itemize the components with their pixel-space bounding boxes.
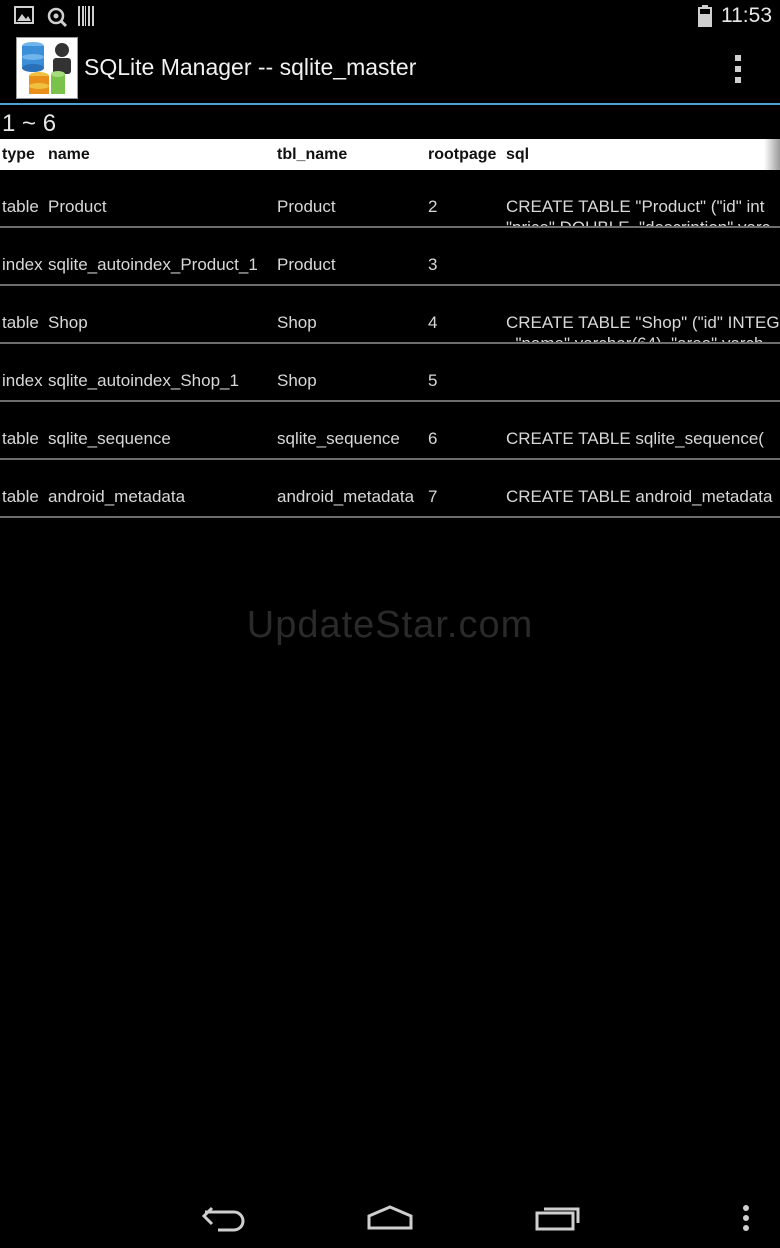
cell-sql: CREATE TABLE "Product" ("id" int "price"…	[506, 196, 771, 228]
table-body: table Product Product 2 CREATE TABLE "Pr…	[0, 170, 780, 518]
table-row[interactable]: index sqlite_autoindex_Product_1 Product…	[0, 228, 780, 286]
header-type[interactable]: type	[2, 146, 35, 164]
table-row[interactable]: table android_metadata android_metadata …	[0, 460, 780, 518]
sqlite-manager-app-icon[interactable]	[16, 37, 78, 99]
cell-sql: CREATE TABLE sqlite_sequence(	[506, 428, 764, 449]
table-header: type name tbl_name rootpage sql	[0, 139, 780, 170]
menu-icon[interactable]	[740, 1204, 752, 1234]
cell-rootpage: 2	[428, 197, 438, 216]
cell-tbl-name: Shop	[277, 371, 317, 390]
table-row[interactable]: table Product Product 2 CREATE TABLE "Pr…	[0, 170, 780, 228]
header-scroll-edge	[764, 139, 780, 170]
cell-rootpage: 4	[428, 313, 438, 332]
cell-type: index	[2, 371, 43, 390]
cell-tbl-name: sqlite_sequence	[277, 429, 400, 448]
record-range-label: 1 ~ 6	[2, 110, 57, 137]
sync-icon	[47, 7, 68, 28]
watermark: UpdateStar.com	[246, 604, 534, 646]
table-row[interactable]: table Shop Shop 4 CREATE TABLE "Shop" ("…	[0, 286, 780, 344]
cell-sql-line: CREATE TABLE sqlite_sequence(	[506, 429, 764, 448]
action-bar-divider	[0, 103, 780, 105]
cell-type: table	[2, 429, 39, 448]
cell-name: sqlite_autoindex_Product_1	[48, 255, 258, 274]
cell-tbl-name: Product	[277, 197, 336, 216]
cell-rootpage: 3	[428, 255, 438, 274]
barcode-icon	[78, 6, 94, 26]
battery-icon	[698, 5, 712, 27]
cell-tbl-name: Product	[277, 255, 336, 274]
back-icon[interactable]	[200, 1202, 248, 1234]
status-bar: 11:53	[0, 0, 780, 33]
screen: 11:53 SQLite Manager -- sqlite_master 1 …	[0, 0, 780, 1248]
status-time: 11:53	[721, 4, 772, 27]
cell-sql-line: CREATE TABLE android_metadata	[506, 487, 773, 506]
navigation-bar	[0, 1190, 780, 1248]
cell-tbl-name: android_metadata	[277, 487, 415, 506]
cell-rootpage: 5	[428, 371, 438, 390]
cell-name: Shop	[48, 313, 88, 332]
cell-sql-line: , "name" varchar(64), "area" varch	[506, 334, 764, 344]
cell-sql-line: CREATE TABLE "Shop" ("id" INTEG	[506, 313, 780, 332]
cell-type: table	[2, 487, 39, 506]
overflow-menu-icon[interactable]	[726, 53, 750, 85]
cell-type: table	[2, 197, 39, 216]
cell-rootpage: 7	[428, 487, 438, 506]
cell-sql: CREATE TABLE android_metadata	[506, 486, 772, 507]
home-icon[interactable]	[366, 1204, 414, 1230]
header-sql[interactable]: sql	[506, 146, 529, 164]
cell-name: sqlite_sequence	[48, 429, 171, 448]
gallery-icon	[14, 6, 34, 24]
cell-type: table	[2, 313, 39, 332]
action-bar: SQLite Manager -- sqlite_master	[0, 33, 780, 103]
cell-name: android_metadata	[48, 487, 186, 506]
page-title: SQLite Manager -- sqlite_master	[84, 54, 417, 80]
header-tbl-name[interactable]: tbl_name	[277, 146, 347, 164]
table-row[interactable]: index sqlite_autoindex_Shop_1 Shop 5	[0, 344, 780, 402]
cell-name: sqlite_autoindex_Shop_1	[48, 371, 239, 390]
cell-type: index	[2, 255, 43, 274]
header-rootpage[interactable]: rootpage	[428, 146, 496, 164]
table-row[interactable]: table sqlite_sequence sqlite_sequence 6 …	[0, 402, 780, 460]
header-name[interactable]: name	[48, 146, 90, 164]
cell-tbl-name: Shop	[277, 313, 317, 332]
cell-name: Product	[48, 197, 107, 216]
cell-sql: CREATE TABLE "Shop" ("id" INTEG , "name"…	[506, 312, 780, 344]
cell-sql-line: CREATE TABLE "Product" ("id" int	[506, 197, 765, 216]
cell-sql-line: "price" DOUBLE, "description" varc	[506, 218, 771, 228]
cell-rootpage: 6	[428, 429, 438, 448]
recent-apps-icon[interactable]	[534, 1204, 582, 1232]
